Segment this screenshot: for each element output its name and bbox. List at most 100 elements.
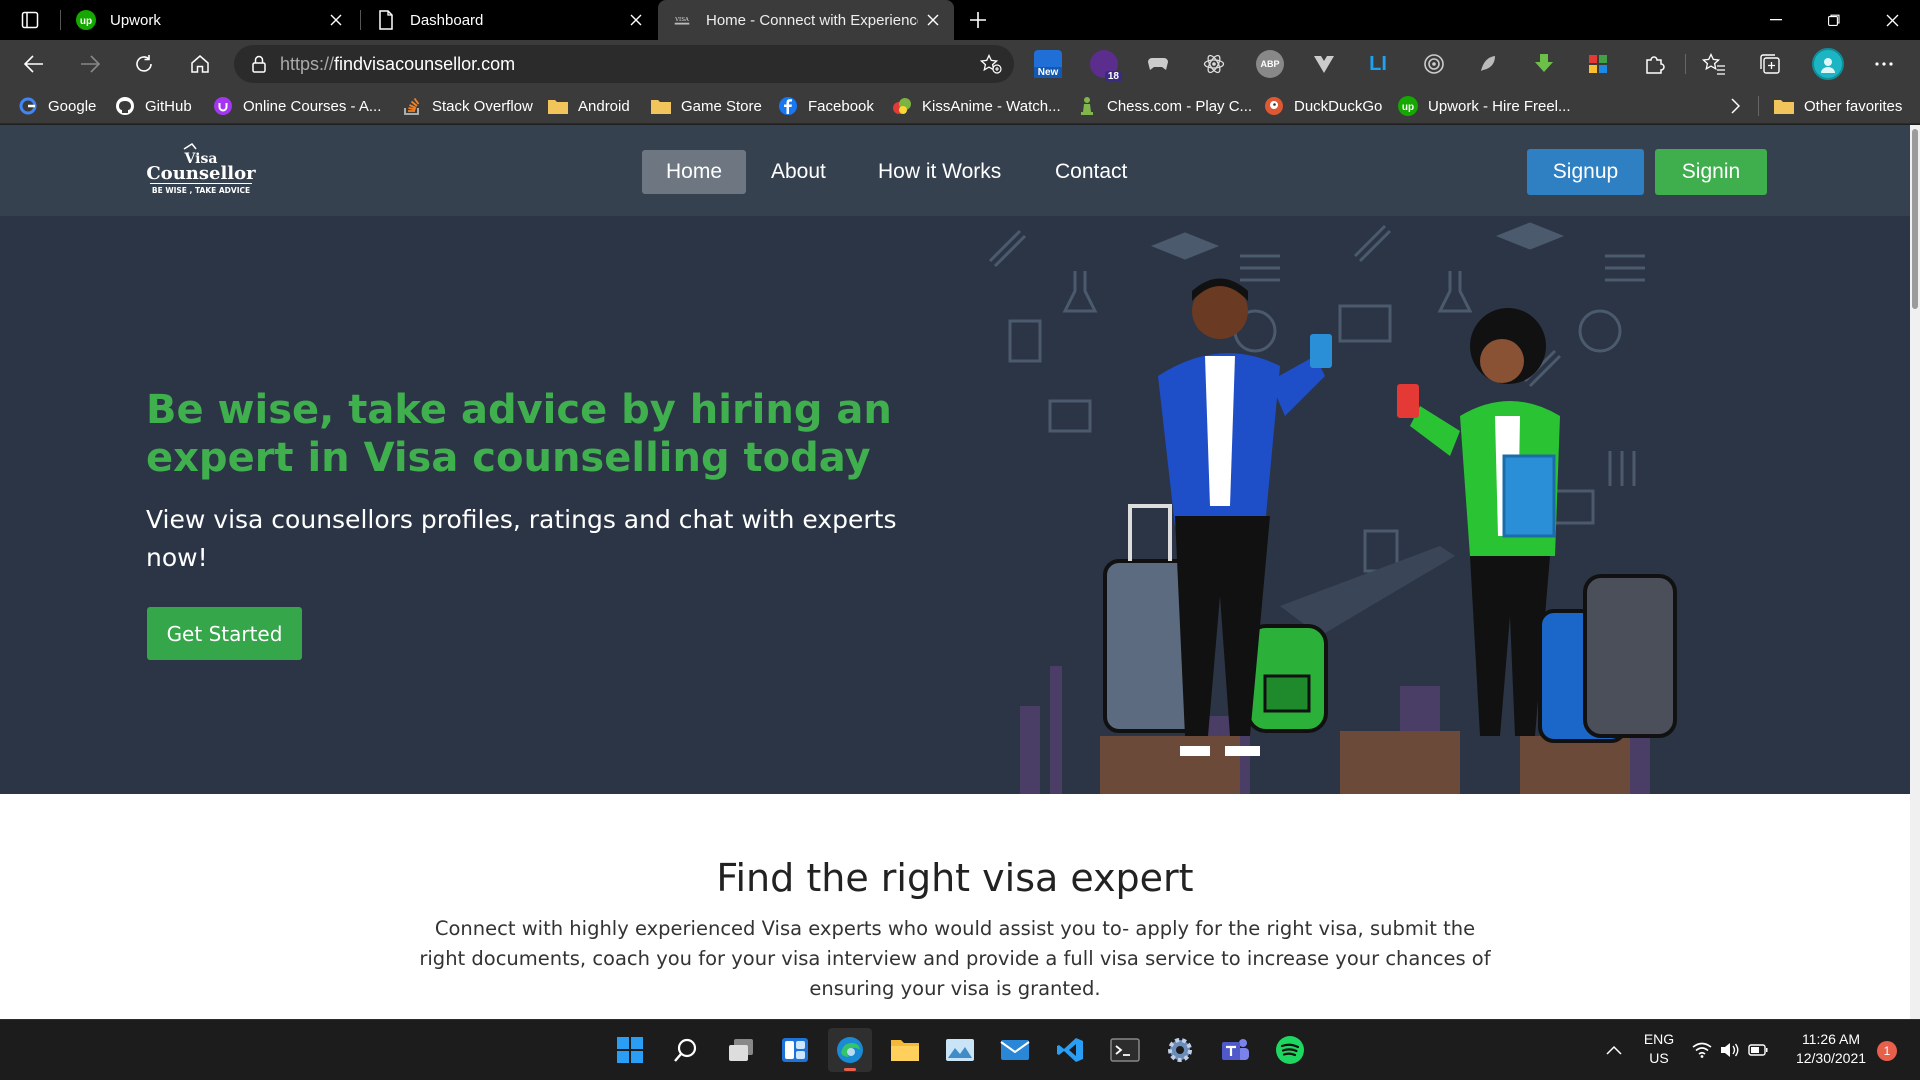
bookmark-udemy[interactable]: Online Courses - A... <box>213 88 381 124</box>
toolbar-separator <box>1685 54 1686 74</box>
nav-about[interactable]: About <box>747 150 850 194</box>
close-icon[interactable] <box>918 5 948 35</box>
widgets-button[interactable] <box>773 1028 817 1072</box>
download-extension-icon[interactable] <box>1530 50 1558 78</box>
clock[interactable]: 11:26 AM 12/30/2021 <box>1786 1030 1876 1068</box>
signin-button[interactable]: Signin <box>1655 149 1767 195</box>
refresh-button[interactable] <box>126 46 162 82</box>
close-window-button[interactable] <box>1864 0 1920 40</box>
photos-button[interactable] <box>938 1028 982 1072</box>
new-tab-button[interactable] <box>960 2 996 38</box>
extensions-puzzle-icon[interactable] <box>1640 50 1668 78</box>
minimize-button[interactable] <box>1748 0 1804 40</box>
browser-toolbar: https://findvisacounsellor.com New 18 AB… <box>0 40 1920 88</box>
arrow-right-icon <box>80 55 100 73</box>
gamepad-extension-icon[interactable] <box>1144 50 1172 78</box>
react-devtools-extension-icon[interactable] <box>1200 50 1228 78</box>
bookmark-upwork[interactable]: up Upwork - Hire Freel... <box>1398 88 1571 124</box>
home-icon <box>190 54 210 74</box>
folder-icon <box>548 96 568 116</box>
visa-counsellor-logo[interactable]: Visa Counsellor BE WISE , TAKE ADVICE <box>146 143 256 199</box>
teams-button[interactable] <box>1213 1028 1257 1072</box>
svg-text:Counsellor: Counsellor <box>146 163 256 184</box>
spotify-button[interactable] <box>1268 1028 1312 1072</box>
nav-home[interactable]: Home <box>642 150 747 194</box>
photos-icon <box>945 1038 975 1062</box>
file-explorer-button[interactable] <box>883 1028 927 1072</box>
collections-icon[interactable] <box>1756 50 1784 78</box>
tab-actions-button[interactable] <box>12 2 48 38</box>
show-hidden-icons-button[interactable] <box>1592 1028 1636 1072</box>
adblock-plus-extension-icon[interactable]: ABP <box>1256 50 1284 78</box>
close-icon[interactable] <box>321 5 351 35</box>
linkedin-extension-icon[interactable]: LI <box>1364 50 1392 78</box>
get-started-button[interactable]: Get Started <box>147 607 302 660</box>
page-scrollbar[interactable] <box>1910 125 1920 1019</box>
back-button[interactable] <box>16 46 52 82</box>
github-icon <box>115 96 135 116</box>
bookmark-duckduckgo[interactable]: DuckDuckGo <box>1264 88 1382 124</box>
nav-how-it-works[interactable]: How it Works <box>854 150 1025 194</box>
settings-button[interactable] <box>1158 1028 1202 1072</box>
new-badge-extension-icon[interactable]: New <box>1034 50 1062 78</box>
start-button[interactable] <box>608 1028 652 1072</box>
bookmark-facebook[interactable]: Facebook <box>778 88 874 124</box>
time-text: 11:26 AM <box>1801 1031 1861 1047</box>
nav-contact[interactable]: Contact <box>1031 150 1151 194</box>
edge-taskbar-button[interactable] <box>828 1028 872 1072</box>
arrow-left-icon <box>24 55 44 73</box>
tab-title: Home - Connect with Experienced <box>706 11 918 29</box>
terminal-button[interactable] <box>1103 1028 1147 1072</box>
vscode-button[interactable] <box>1048 1028 1092 1072</box>
travelers-illustration <box>988 222 1677 794</box>
vue-devtools-extension-icon[interactable] <box>1310 50 1338 78</box>
feather-extension-icon[interactable] <box>1474 50 1502 78</box>
notification-extension-icon[interactable]: 18 <box>1090 50 1122 82</box>
search-icon <box>673 1037 699 1063</box>
language-indicator[interactable]: ENG US <box>1636 1030 1682 1068</box>
lock-icon <box>252 55 266 73</box>
bookmark-github[interactable]: GitHub <box>115 88 192 124</box>
spotify-icon <box>1275 1035 1305 1065</box>
chevron-right-icon <box>1730 98 1740 114</box>
tab-dashboard[interactable]: Dashboard <box>362 0 657 40</box>
bookmark-label: Stack Overflow <box>432 97 533 115</box>
tab-separator <box>360 10 361 30</box>
bookmark-google[interactable]: Google <box>18 88 96 124</box>
battery-icon <box>1748 1044 1768 1056</box>
network-volume-battery-button[interactable] <box>1688 1028 1772 1072</box>
task-view-button[interactable] <box>719 1028 763 1072</box>
close-icon[interactable] <box>621 5 651 35</box>
bookmark-kissanime[interactable]: KissAnime - Watch... <box>892 88 1061 124</box>
mail-button[interactable] <box>993 1028 1037 1072</box>
browser-tab-strip: up Upwork Dashboard VISA Home - Connect … <box>0 0 1920 40</box>
tab-actions-icon <box>21 11 39 29</box>
target-extension-icon[interactable] <box>1420 50 1448 78</box>
restore-button[interactable] <box>1806 0 1862 40</box>
bookmark-android-folder[interactable]: Android <box>548 88 630 124</box>
bookmark-stackoverflow[interactable]: Stack Overflow <box>402 88 533 124</box>
notification-badge[interactable]: 1 <box>1877 1041 1897 1061</box>
signup-button[interactable]: Signup <box>1527 149 1644 195</box>
scrollbar-thumb[interactable] <box>1912 129 1918 309</box>
hero-section: Be wise, take advice by hiring an expert… <box>0 216 1910 794</box>
url-protocol: https:// <box>280 53 335 74</box>
color-picker-extension-icon[interactable] <box>1584 50 1612 78</box>
address-bar[interactable]: https://findvisacounsellor.com <box>234 45 1014 83</box>
search-button[interactable] <box>664 1028 708 1072</box>
profile-avatar[interactable] <box>1812 48 1844 80</box>
home-button[interactable] <box>182 46 218 82</box>
url-text: https://findvisacounsellor.com <box>280 54 515 75</box>
bookmark-game-store-folder[interactable]: Game Store <box>651 88 762 124</box>
tab-visa-counsellor[interactable]: VISA Home - Connect with Experienced <box>658 0 954 40</box>
forward-button[interactable] <box>72 46 108 82</box>
minimize-icon <box>1770 19 1782 21</box>
favorites-icon[interactable] <box>1700 50 1728 78</box>
add-favorite-icon[interactable] <box>980 54 1002 74</box>
more-options-icon[interactable] <box>1870 50 1898 78</box>
vscode-icon <box>1056 1036 1084 1064</box>
bookmark-other-favorites[interactable]: Other favorites <box>1774 88 1902 124</box>
tab-upwork[interactable]: up Upwork <box>62 0 357 40</box>
bookmarks-overflow-button[interactable] <box>1730 88 1740 124</box>
bookmark-chess[interactable]: Chess.com - Play C... <box>1077 88 1252 124</box>
